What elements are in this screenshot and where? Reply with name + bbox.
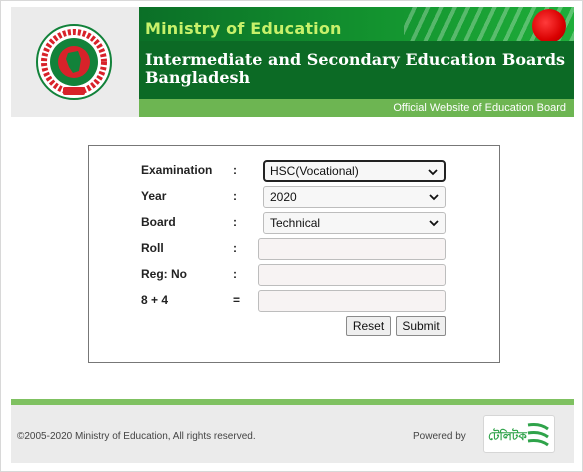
year-value: 2020: [270, 190, 297, 204]
chevron-down-icon: [428, 169, 438, 176]
year-select[interactable]: 2020: [263, 186, 446, 208]
board-row: Board : Technical: [89, 212, 499, 234]
board-select[interactable]: Technical: [263, 212, 446, 234]
examination-row: Examination : HSC(Vocational): [89, 160, 499, 182]
official-website-link[interactable]: Official Website of Education Board: [139, 99, 574, 117]
roll-label: Roll: [141, 241, 164, 255]
roll-input[interactable]: [258, 238, 446, 260]
reg-no-label: Reg: No: [141, 267, 187, 281]
boards-title: Intermediate and Secondary Education Boa…: [145, 50, 566, 87]
page-frame: Ministry of Education Intermediate and S…: [0, 0, 583, 472]
header-banner: Ministry of Education Intermediate and S…: [139, 7, 574, 99]
teletalk-logo-text: টেলিটক: [488, 429, 527, 443]
powered-by-text: Powered by: [413, 431, 466, 442]
captcha-label: 8 + 4: [141, 293, 169, 307]
reg-no-colon: :: [233, 267, 237, 281]
chevron-down-icon: [429, 220, 439, 227]
govt-emblem-icon: [36, 24, 112, 100]
chevron-down-icon: [429, 194, 439, 201]
year-colon: :: [233, 189, 237, 203]
ministry-title: Ministry of Education: [145, 19, 342, 38]
captcha-input[interactable]: [258, 290, 446, 312]
reset-button[interactable]: Reset: [346, 316, 391, 336]
board-value: Technical: [270, 216, 321, 230]
site-footer: ©2005-2020 Ministry of Education, All ri…: [11, 405, 574, 463]
teletalk-logo-icon[interactable]: টেলিটক: [483, 415, 555, 453]
submit-button[interactable]: Submit: [396, 316, 446, 336]
teletalk-waves-icon: [527, 423, 549, 447]
examination-colon: :: [233, 163, 237, 177]
captcha-equals: =: [233, 293, 241, 307]
captcha-row: 8 + 4 =: [89, 290, 499, 312]
logo-area: [11, 7, 139, 117]
examination-label: Examination: [141, 163, 213, 177]
site-header: Ministry of Education Intermediate and S…: [11, 7, 574, 117]
result-form: Examination : HSC(Vocational) Year : 202…: [88, 145, 500, 363]
reg-no-input[interactable]: [258, 264, 446, 286]
examination-select[interactable]: HSC(Vocational): [263, 160, 446, 182]
reg-no-row: Reg: No :: [89, 264, 499, 286]
board-label: Board: [141, 215, 176, 229]
board-colon: :: [233, 215, 237, 229]
year-row: Year : 2020: [89, 186, 499, 208]
roll-colon: :: [233, 241, 237, 255]
examination-value: HSC(Vocational): [270, 164, 359, 178]
roll-row: Roll :: [89, 238, 499, 260]
copyright-text: ©2005-2020 Ministry of Education, All ri…: [17, 431, 256, 442]
year-label: Year: [141, 189, 167, 203]
red-circle-icon: [532, 9, 566, 43]
